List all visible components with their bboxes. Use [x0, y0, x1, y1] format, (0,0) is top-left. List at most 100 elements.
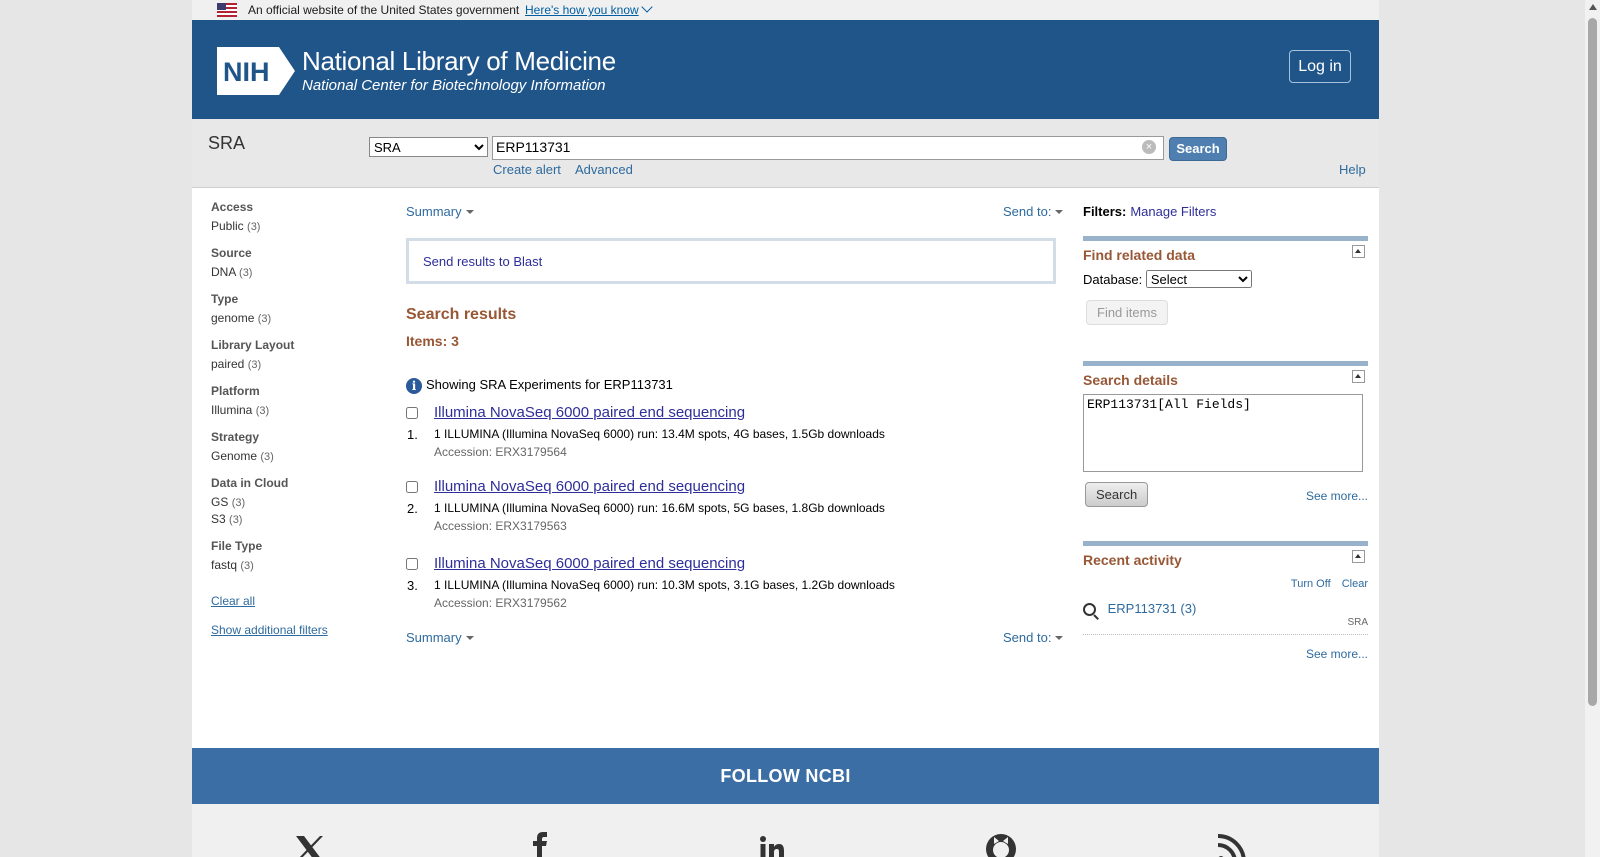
filters-row: Filters: Manage Filters	[1083, 204, 1216, 219]
facet-heading: Library Layout	[211, 338, 295, 352]
find-items-button[interactable]: Find items	[1086, 300, 1168, 325]
facet-heading: Source	[211, 246, 252, 260]
create-alert-link[interactable]: Create alert	[493, 162, 561, 177]
portlet-bar	[1083, 236, 1368, 241]
collapse-toggle-icon[interactable]	[1352, 245, 1365, 258]
result-title-link[interactable]: Illumina NovaSeq 6000 paired end sequenc…	[434, 478, 745, 495]
clear-search-icon[interactable]: ×	[1142, 140, 1156, 154]
facet-group: Data in Cloud GS (3) S3 (3)	[211, 476, 381, 526]
rss-icon[interactable]	[1214, 832, 1248, 857]
summary-dropdown[interactable]: Summary	[406, 204, 474, 219]
result-checkbox[interactable]	[406, 407, 418, 419]
clear-link[interactable]: Clear	[1342, 578, 1368, 590]
database-label: Database:	[1083, 272, 1143, 287]
manage-filters-link[interactable]: Manage Filters	[1130, 204, 1216, 219]
related-database-select[interactable]: Select	[1145, 270, 1252, 288]
facet-item[interactable]: GS (3)	[211, 495, 381, 509]
library-title[interactable]: National Library of Medicine	[302, 46, 616, 77]
search-details-portlet: Search details ERP113731[All Fields] Sea…	[1083, 361, 1368, 507]
find-related-portlet: Find related data Database: Select Find …	[1083, 236, 1368, 325]
page-container: An official website of the United States…	[192, 0, 1379, 857]
portlet-title: Search details	[1083, 372, 1178, 388]
collapse-toggle-icon[interactable]	[1352, 370, 1365, 383]
facet-group: Source DNA (3)	[211, 246, 381, 279]
caret-down-icon	[465, 636, 474, 640]
caret-down-icon	[465, 210, 474, 214]
result-checkbox[interactable]	[406, 481, 418, 493]
summary-dropdown[interactable]: Summary	[406, 630, 474, 645]
facets-panel: Access Public (3) Source DNA (3) Type ge…	[211, 200, 381, 652]
items-count: Items: 3	[406, 333, 459, 349]
x-twitter-icon[interactable]	[292, 832, 326, 857]
facet-item[interactable]: Illumina (3)	[211, 403, 381, 417]
search-input[interactable]	[496, 138, 1116, 156]
linkedin-icon[interactable]	[753, 832, 787, 857]
recent-activity-controls: Turn Off Clear	[1283, 578, 1368, 590]
search-button[interactable]: Search	[1169, 137, 1227, 161]
divider	[1083, 634, 1368, 635]
result-title-link[interactable]: Illumina NovaSeq 6000 paired end sequenc…	[434, 404, 745, 421]
facet-item[interactable]: genome (3)	[211, 311, 381, 325]
nih-logo[interactable]: NIH	[217, 47, 297, 95]
facet-item[interactable]: Genome (3)	[211, 449, 381, 463]
facet-item[interactable]: fastq (3)	[211, 558, 381, 572]
recent-activity-db: SRA	[1347, 617, 1368, 628]
facet-group: Type genome (3)	[211, 292, 381, 325]
database-select[interactable]: SRA	[369, 137, 488, 157]
facet-group: Library Layout paired (3)	[211, 338, 381, 371]
page-scrollbar[interactable]	[1585, 0, 1600, 857]
facet-item[interactable]: paired (3)	[211, 357, 381, 371]
search-term-wrapper: ×	[492, 136, 1164, 160]
search-bar: SRA SRA × Search Create alert Advanced H…	[192, 119, 1379, 188]
search-icon	[1083, 603, 1096, 617]
turn-off-link[interactable]: Turn Off	[1291, 578, 1331, 590]
collapse-toggle-icon[interactable]	[1352, 550, 1365, 563]
portlet-bar	[1083, 541, 1368, 546]
filters-label: Filters:	[1083, 204, 1127, 219]
heres-how-you-know-link[interactable]: Here's how you know	[525, 1, 653, 17]
see-more-link[interactable]: See more...	[1306, 647, 1368, 661]
send-to-dropdown[interactable]: Send to:	[1003, 204, 1064, 219]
facet-group: Strategy Genome (3)	[211, 430, 381, 463]
result-number: 1.	[407, 427, 418, 442]
portlet-title: Find related data	[1083, 247, 1196, 263]
send-to-blast-link[interactable]: Send results to Blast	[423, 254, 542, 269]
result-description: 1 ILLUMINA (Illumina NovaSeq 6000) run: …	[434, 427, 885, 441]
scrollbar-thumb[interactable]	[1588, 18, 1597, 706]
facet-heading: Strategy	[211, 430, 260, 444]
follow-ncbi-heading: FOLLOW NCBI	[192, 748, 1379, 804]
facet-item[interactable]: DNA (3)	[211, 265, 381, 279]
social-links	[192, 804, 1379, 857]
show-additional-filters-link[interactable]: Show additional filters	[211, 623, 381, 637]
facet-heading: Access	[211, 200, 254, 214]
result-accession: Accession: ERX3179563	[434, 519, 567, 533]
advanced-search-link[interactable]: Advanced	[575, 162, 633, 177]
portlet-title: Recent activity	[1083, 552, 1182, 568]
result-description: 1 ILLUMINA (Illumina NovaSeq 6000) run: …	[434, 501, 885, 515]
search-details-textarea[interactable]: ERP113731[All Fields]	[1083, 394, 1363, 472]
github-icon[interactable]	[984, 832, 1018, 857]
facebook-icon[interactable]	[523, 832, 557, 857]
send-to-dropdown[interactable]: Send to:	[1003, 630, 1064, 645]
blast-box: Send results to Blast	[406, 238, 1056, 284]
facet-item[interactable]: Public (3)	[211, 219, 381, 233]
database-row: Database: Select	[1083, 270, 1368, 288]
recent-search-link[interactable]: ERP113731 (3)	[1108, 601, 1197, 616]
see-more-link[interactable]: See more...	[1306, 489, 1368, 503]
result-checkbox[interactable]	[406, 558, 418, 570]
nih-logo-text: NIH	[223, 57, 270, 87]
search-details-button[interactable]: Search	[1085, 482, 1149, 507]
result-accession: Accession: ERX3179564	[434, 445, 567, 459]
result-title-link[interactable]: Illumina NovaSeq 6000 paired end sequenc…	[434, 555, 745, 572]
help-link[interactable]: Help	[1339, 162, 1366, 177]
clear-all-link[interactable]: Clear all	[211, 594, 381, 608]
facet-heading: Platform	[211, 384, 260, 398]
facet-heading: Type	[211, 292, 239, 306]
us-flag-icon	[217, 3, 237, 17]
scroll-up-arrow-icon[interactable]	[1589, 4, 1597, 10]
gov-banner-text: An official website of the United States…	[248, 3, 520, 17]
caret-down-icon	[1055, 636, 1064, 640]
login-button[interactable]: Log in	[1289, 50, 1351, 83]
info-icon: i	[406, 377, 422, 394]
facet-item[interactable]: S3 (3)	[211, 512, 381, 526]
